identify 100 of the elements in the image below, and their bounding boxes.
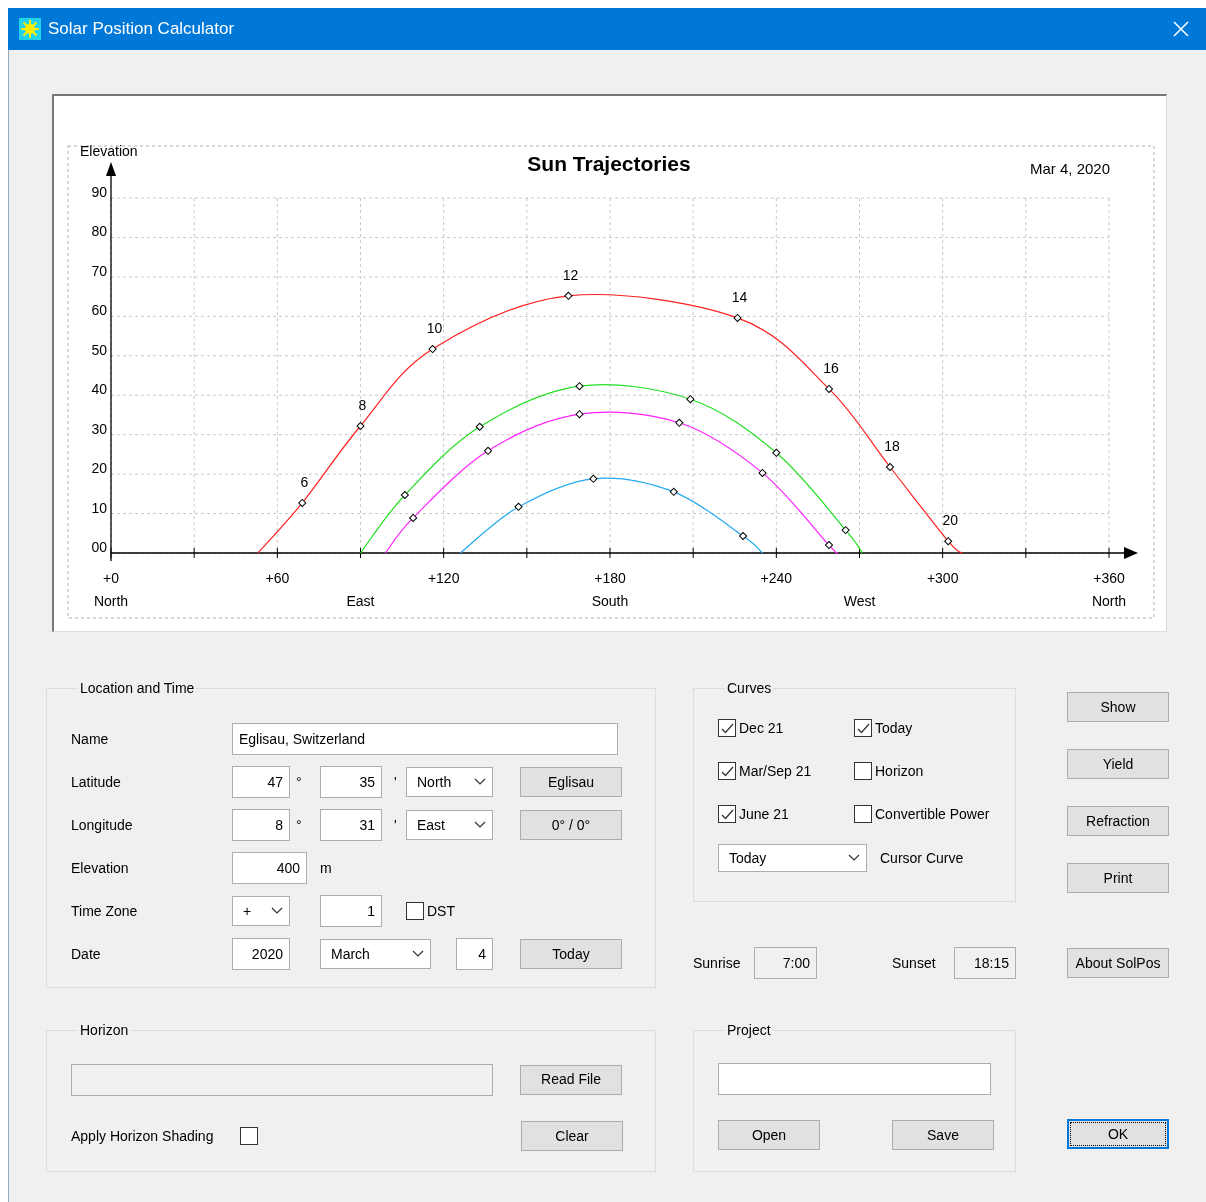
point-marker xyxy=(885,463,895,472)
degree-sign: ° xyxy=(296,815,302,835)
checkbox-label[interactable]: Horizon xyxy=(875,760,924,782)
checkbox-label[interactable]: June 21 xyxy=(739,803,789,825)
push-button[interactable]: Save xyxy=(892,1120,994,1150)
close-icon xyxy=(1173,21,1189,37)
push-button[interactable]: OK xyxy=(1067,1119,1169,1149)
minute-sign: ' xyxy=(394,772,397,792)
input-field[interactable]: 4 xyxy=(456,938,493,970)
field-label: Sunrise xyxy=(693,953,742,973)
point-marker xyxy=(824,541,834,550)
field-label: DST xyxy=(427,901,455,921)
chart-date: Mar 4, 2020 xyxy=(1029,160,1110,177)
field-label: Date xyxy=(71,944,102,964)
checkbox[interactable] xyxy=(240,1127,258,1145)
push-button[interactable]: Clear xyxy=(521,1121,623,1151)
point-marker xyxy=(841,526,850,535)
tick-label: +120 xyxy=(427,570,460,586)
point-marker xyxy=(758,468,767,477)
push-button[interactable]: Today xyxy=(520,939,622,969)
input-field[interactable]: 1 xyxy=(320,895,382,927)
checkbox-label[interactable]: Convertible Power xyxy=(875,803,990,825)
point-marker xyxy=(475,422,484,431)
field-label: Apply Horizon Shading xyxy=(71,1126,215,1146)
push-button[interactable]: Show xyxy=(1067,692,1169,722)
point-marker xyxy=(575,382,584,391)
sun-icon xyxy=(19,18,41,40)
input-field[interactable]: 8 xyxy=(232,809,290,841)
point-marker xyxy=(428,345,437,354)
group-title: Project xyxy=(726,1021,772,1040)
point-marker xyxy=(514,502,523,511)
direction-label: South xyxy=(591,593,629,609)
chevron-down-icon xyxy=(271,907,283,915)
point-marker xyxy=(564,291,573,300)
checkbox-label[interactable]: Mar/Sep 21 xyxy=(739,760,812,782)
push-button[interactable]: Read File xyxy=(520,1064,622,1095)
hour-label: 6 xyxy=(300,473,309,490)
checkmark-icon xyxy=(720,765,734,777)
minute-sign: ' xyxy=(394,815,397,835)
hour-label: 20 xyxy=(942,512,958,529)
group-title: Location and Time xyxy=(79,679,196,698)
field-label: Elevation xyxy=(71,858,130,878)
group-title: Curves xyxy=(726,679,773,698)
chevron-down-icon xyxy=(474,778,486,786)
input-field[interactable]: 400 xyxy=(232,852,307,884)
checkbox-label[interactable]: Today xyxy=(875,717,913,739)
dropdown[interactable]: Today xyxy=(718,844,867,872)
input-field[interactable]: 31 xyxy=(320,809,382,841)
checkbox[interactable] xyxy=(718,719,736,737)
tick-label: 20 xyxy=(91,460,107,477)
input-field[interactable]: 35 xyxy=(320,766,382,798)
input-field[interactable]: 47 xyxy=(232,766,290,798)
input-field[interactable]: 18:15 xyxy=(954,947,1016,979)
dropdown[interactable]: East xyxy=(406,810,493,840)
chevron-down-icon xyxy=(848,854,860,862)
input-field[interactable]: 2020 xyxy=(232,938,290,970)
push-button[interactable]: 0° / 0° xyxy=(520,810,622,840)
tick-label: 90 xyxy=(91,184,107,200)
checkbox[interactable] xyxy=(854,719,872,737)
checkbox-label[interactable]: Dec 21 xyxy=(739,717,784,739)
push-button[interactable]: Print xyxy=(1067,863,1169,893)
tick-label: 40 xyxy=(91,381,107,398)
checkbox[interactable] xyxy=(854,762,872,780)
tick-label: 80 xyxy=(91,223,107,240)
point-marker xyxy=(772,448,781,457)
checkbox[interactable] xyxy=(718,762,736,780)
push-button[interactable]: Yield xyxy=(1067,749,1169,779)
field-label: Longitude xyxy=(71,815,134,835)
dropdown[interactable]: + xyxy=(232,896,290,926)
dropdown[interactable]: March xyxy=(320,939,431,969)
push-button[interactable]: Open xyxy=(718,1120,820,1150)
chevron-down-icon xyxy=(474,821,486,829)
input-field[interactable]: 7:00 xyxy=(754,947,817,979)
hour-label: 10 xyxy=(426,320,443,337)
dropdown[interactable]: North xyxy=(406,767,493,797)
input-field[interactable]: Eglisau, Switzerland xyxy=(232,723,618,755)
point-marker xyxy=(356,421,365,430)
group-title: Horizon xyxy=(79,1021,130,1040)
push-button[interactable]: Eglisau xyxy=(520,767,622,797)
tick-label: 30 xyxy=(91,420,107,437)
point-marker xyxy=(733,313,742,322)
hour-label: 18 xyxy=(884,438,900,454)
checkbox[interactable] xyxy=(718,805,736,823)
tick-label: 00 xyxy=(91,539,107,555)
point-marker xyxy=(575,410,584,419)
checkbox[interactable] xyxy=(854,805,872,823)
checkbox[interactable] xyxy=(406,902,424,920)
push-button[interactable]: Refraction xyxy=(1067,806,1169,836)
tick-label: +0 xyxy=(103,570,119,586)
push-button[interactable]: About SolPos xyxy=(1067,948,1169,978)
hour-label: 12 xyxy=(562,266,579,283)
tick-label: 10 xyxy=(91,499,107,516)
hour-label: 8 xyxy=(358,397,367,413)
direction-label: North xyxy=(1091,593,1127,609)
tick-label: 50 xyxy=(91,341,107,358)
hour-label: 14 xyxy=(731,288,748,305)
input-field[interactable] xyxy=(718,1063,991,1095)
point-marker xyxy=(589,474,598,483)
field-label: Name xyxy=(71,729,110,749)
direction-label: West xyxy=(843,593,876,609)
